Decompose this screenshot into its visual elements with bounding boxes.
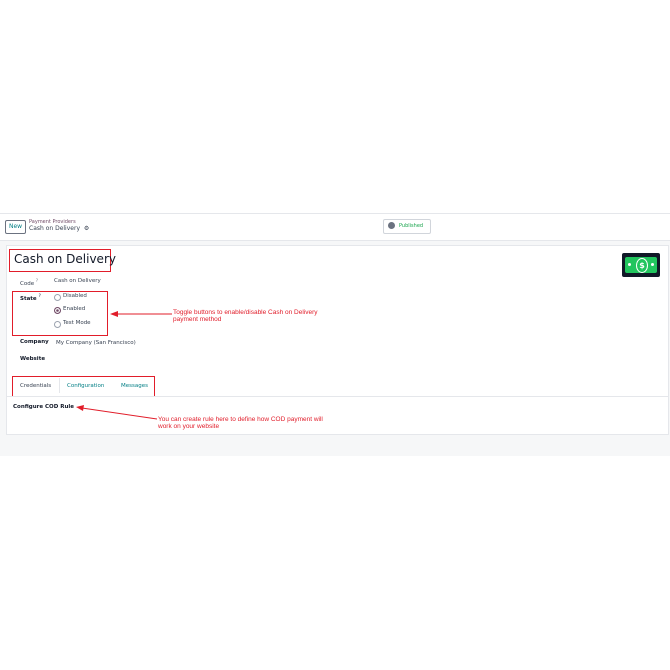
cod-arrow-head-icon bbox=[76, 405, 84, 411]
annotation-arrows bbox=[76, 311, 172, 420]
state-arrow-head-icon bbox=[110, 311, 118, 317]
cod-arrow-line bbox=[81, 407, 158, 420]
